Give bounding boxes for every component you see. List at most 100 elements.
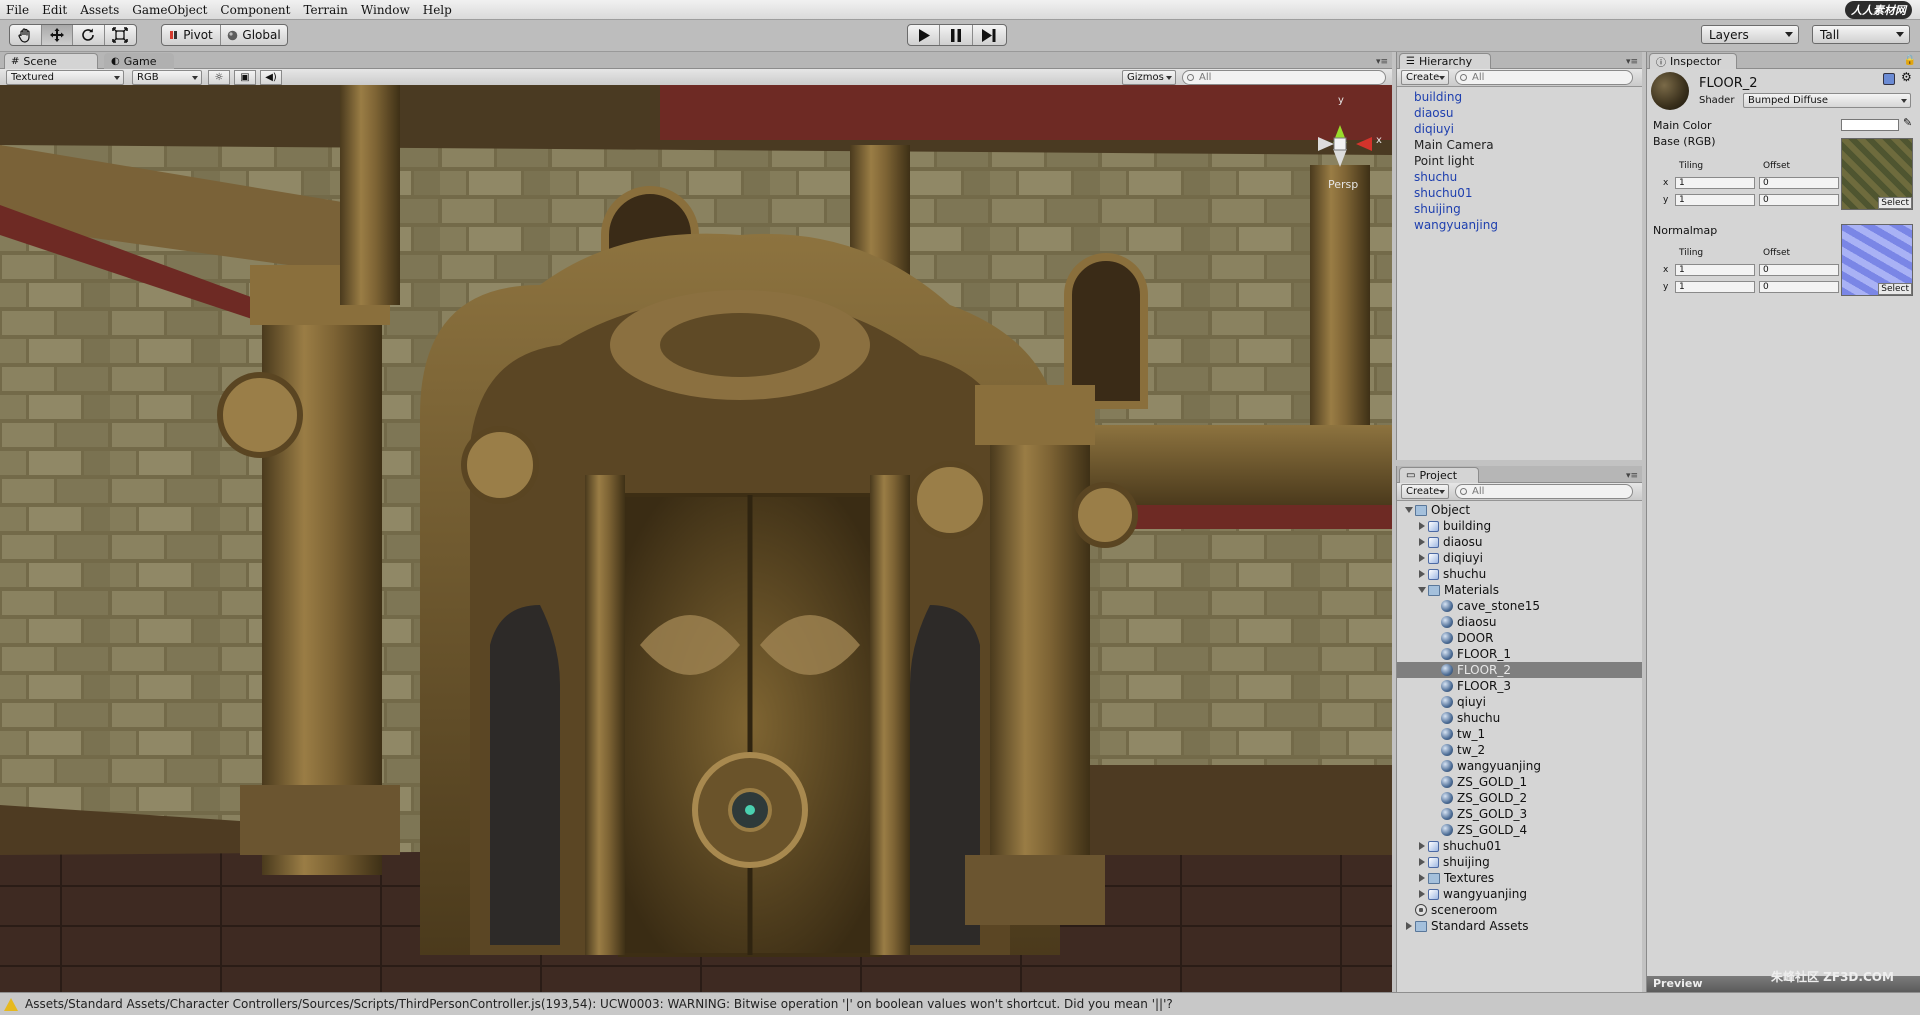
menu-edit[interactable]: Edit (42, 3, 67, 17)
project-item[interactable]: sceneroom (1397, 902, 1642, 918)
hierarchy-item[interactable]: wangyuanjing (1397, 217, 1642, 233)
project-item[interactable]: building (1397, 518, 1642, 534)
expand-toggle[interactable] (1416, 858, 1428, 866)
project-item[interactable]: Object (1397, 502, 1642, 518)
layout-dropdown[interactable]: Tall (1812, 25, 1910, 44)
expand-right-icon[interactable] (1419, 554, 1425, 562)
hierarchy-item[interactable]: shuchu01 (1397, 185, 1642, 201)
base-texture-slot[interactable]: Select (1841, 138, 1913, 210)
menu-gameobject[interactable]: GameObject (132, 3, 207, 17)
project-item[interactable]: ZS_GOLD_1 (1397, 774, 1642, 790)
panel-menu-icon[interactable]: ▾≡ (1626, 57, 1638, 67)
project-item[interactable]: wangyuanjing (1397, 886, 1642, 902)
expand-right-icon[interactable] (1419, 890, 1425, 898)
project-item[interactable]: cave_stone15 (1397, 598, 1642, 614)
global-button[interactable]: Global (221, 25, 287, 45)
layers-dropdown[interactable]: Layers (1701, 25, 1799, 44)
normal-offset-y-field[interactable]: 0 (1759, 281, 1839, 293)
eyedropper-icon[interactable]: ✎ (1903, 116, 1912, 129)
project-item[interactable]: DOOR (1397, 630, 1642, 646)
expand-toggle[interactable] (1416, 522, 1428, 530)
panel-menu-icon[interactable]: ▾≡ (1626, 471, 1638, 481)
tab-inspector[interactable]: ⓘ Inspector (1649, 53, 1737, 69)
scene-overlay-button[interactable]: ▣ (234, 70, 256, 85)
hierarchy-item[interactable]: Point light (1397, 153, 1642, 169)
normal-select-button[interactable]: Select (1878, 283, 1912, 295)
hierarchy-item[interactable]: shuchu (1397, 169, 1642, 185)
project-item[interactable]: ZS_GOLD_2 (1397, 790, 1642, 806)
project-item[interactable]: tw_2 (1397, 742, 1642, 758)
expand-toggle[interactable] (1416, 587, 1428, 593)
expand-toggle[interactable] (1416, 874, 1428, 882)
render-mode-dropdown[interactable]: Textured (6, 70, 124, 85)
tab-scene[interactable]: # Scene (4, 53, 98, 69)
hierarchy-item[interactable]: shuijing (1397, 201, 1642, 217)
project-item[interactable]: FLOOR_2 (1397, 662, 1642, 678)
expand-right-icon[interactable] (1419, 570, 1425, 578)
move-tool-button[interactable] (41, 25, 73, 45)
scene-audio-button[interactable]: ◀) (260, 70, 282, 85)
expand-toggle[interactable] (1403, 507, 1415, 513)
menu-help[interactable]: Help (423, 3, 452, 17)
menu-component[interactable]: Component (220, 3, 290, 17)
pivot-button[interactable]: Pivot (162, 25, 222, 45)
expand-toggle[interactable] (1416, 570, 1428, 578)
scene-lighting-button[interactable]: ☼ (208, 70, 230, 85)
menu-assets[interactable]: Assets (80, 3, 119, 17)
normal-offset-x-field[interactable]: 0 (1759, 264, 1839, 276)
expand-toggle[interactable] (1416, 890, 1428, 898)
project-item[interactable]: diaosu (1397, 534, 1642, 550)
status-bar[interactable]: Assets/Standard Assets/Character Control… (0, 992, 1920, 1015)
hierarchy-create-dropdown[interactable]: Create (1401, 70, 1449, 85)
expand-right-icon[interactable] (1419, 858, 1425, 866)
scale-tool-button[interactable] (105, 25, 136, 45)
gizmos-dropdown[interactable]: Gizmos (1122, 70, 1176, 85)
base-offset-x-field[interactable]: 0 (1759, 177, 1839, 189)
project-item[interactable]: diaosu (1397, 614, 1642, 630)
expand-toggle[interactable] (1416, 554, 1428, 562)
hierarchy-item[interactable]: Main Camera (1397, 137, 1642, 153)
expand-right-icon[interactable] (1419, 522, 1425, 530)
project-search-input[interactable]: All (1455, 484, 1633, 499)
project-item[interactable]: ZS_GOLD_4 (1397, 822, 1642, 838)
expand-right-icon[interactable] (1419, 874, 1425, 882)
shader-dropdown[interactable]: Bumped Diffuse (1743, 93, 1911, 108)
expand-right-icon[interactable] (1419, 538, 1425, 546)
expand-down-icon[interactable] (1405, 507, 1413, 513)
play-button[interactable] (908, 25, 941, 45)
expand-right-icon[interactable] (1406, 922, 1412, 930)
expand-down-icon[interactable] (1418, 587, 1426, 593)
hierarchy-item[interactable]: building (1397, 89, 1642, 105)
tab-hierarchy[interactable]: ☰ Hierarchy (1399, 53, 1491, 69)
menu-window[interactable]: Window (361, 3, 410, 17)
menu-terrain[interactable]: Terrain (303, 3, 347, 17)
project-item[interactable]: ZS_GOLD_3 (1397, 806, 1642, 822)
project-item[interactable]: shuchu01 (1397, 838, 1642, 854)
normalmap-texture-slot[interactable]: Select (1841, 224, 1913, 296)
hierarchy-item[interactable]: diaosu (1397, 105, 1642, 121)
project-item[interactable]: tw_1 (1397, 726, 1642, 742)
base-select-button[interactable]: Select (1878, 197, 1912, 209)
lock-icon[interactable]: 🔒 (1904, 55, 1916, 66)
project-create-dropdown[interactable]: Create (1401, 484, 1449, 499)
base-tiling-y-field[interactable]: 1 (1675, 194, 1755, 206)
project-item[interactable]: diqiuyi (1397, 550, 1642, 566)
color-mode-dropdown[interactable]: RGB (132, 70, 202, 85)
book-icon[interactable] (1883, 73, 1895, 85)
menu-file[interactable]: File (6, 3, 29, 17)
base-offset-y-field[interactable]: 0 (1759, 194, 1839, 206)
scene-viewport[interactable]: Persp y x (0, 85, 1392, 992)
persp-label[interactable]: Persp (1328, 178, 1358, 191)
pause-button[interactable] (940, 25, 973, 45)
project-item[interactable]: Standard Assets (1397, 918, 1642, 934)
project-item[interactable]: FLOOR_1 (1397, 646, 1642, 662)
normal-tiling-x-field[interactable]: 1 (1675, 264, 1755, 276)
main-color-swatch[interactable] (1841, 119, 1899, 131)
panel-menu-icon[interactable]: ▾≡ (1376, 57, 1388, 67)
project-item[interactable]: Materials (1397, 582, 1642, 598)
step-button[interactable] (973, 25, 1006, 45)
expand-toggle[interactable] (1416, 842, 1428, 850)
project-item[interactable]: wangyuanjing (1397, 758, 1642, 774)
project-item[interactable]: Textures (1397, 870, 1642, 886)
rotate-tool-button[interactable] (73, 25, 105, 45)
